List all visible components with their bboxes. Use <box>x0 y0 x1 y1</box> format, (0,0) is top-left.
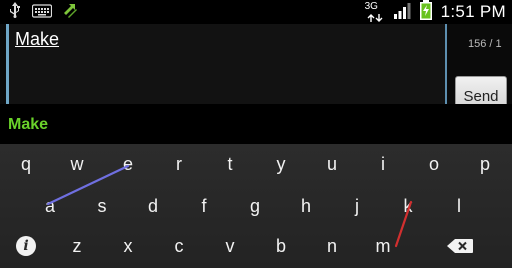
suggestion-word[interactable]: Make <box>8 116 48 134</box>
keyboard: q w e r t y u i o p a s d f g h j k l i … <box>0 144 512 268</box>
key-i[interactable]: i <box>358 144 408 184</box>
battery-charging-icon <box>419 0 433 24</box>
network-type-icon: 3G <box>365 1 385 23</box>
message-input[interactable]: Make <box>6 24 447 104</box>
key-c[interactable]: c <box>154 226 204 266</box>
key-t[interactable]: t <box>205 144 255 184</box>
key-u[interactable]: u <box>307 144 357 184</box>
key-g[interactable]: g <box>230 186 280 226</box>
data-sync-icon <box>62 2 78 22</box>
key-a[interactable]: a <box>25 186 75 226</box>
key-n[interactable]: n <box>307 226 357 266</box>
message-text: Make <box>15 29 60 49</box>
key-j[interactable]: j <box>332 186 382 226</box>
key-b[interactable]: b <box>256 226 306 266</box>
key-h[interactable]: h <box>281 186 331 226</box>
character-counter: 156 / 1 <box>468 38 502 50</box>
key-d[interactable]: d <box>128 186 178 226</box>
key-s[interactable]: s <box>77 186 127 226</box>
key-q[interactable]: q <box>1 144 51 184</box>
key-o[interactable]: o <box>409 144 459 184</box>
key-f[interactable]: f <box>179 186 229 226</box>
keyboard-icon <box>31 3 53 22</box>
system-indicators: 3G 1:51 PM <box>365 0 506 24</box>
info-icon: i <box>16 236 36 256</box>
signal-icon <box>393 1 411 23</box>
key-y[interactable]: y <box>256 144 306 184</box>
key-m[interactable]: m <box>358 226 408 266</box>
clock: 1:51 PM <box>440 2 506 21</box>
key-l[interactable]: l <box>434 186 484 226</box>
key-r[interactable]: r <box>154 144 204 184</box>
usb-icon <box>8 2 22 22</box>
key-e[interactable]: e <box>103 144 153 184</box>
key-w[interactable]: w <box>52 144 102 184</box>
backspace-icon <box>447 239 473 253</box>
suggestion-strip: Make <box>0 104 512 144</box>
key-p[interactable]: p <box>460 144 510 184</box>
notification-icons <box>8 2 78 22</box>
key-k[interactable]: k <box>383 186 433 226</box>
key-z[interactable]: z <box>52 226 102 266</box>
message-area: Make 156 / 1 Send <box>0 24 512 128</box>
key-x[interactable]: x <box>103 226 153 266</box>
status-bar: 3G 1:51 PM <box>0 0 512 24</box>
network-type-label: 3G <box>364 1 378 12</box>
backspace-key[interactable] <box>433 226 487 266</box>
info-key[interactable]: i <box>1 226 51 266</box>
key-v[interactable]: v <box>205 226 255 266</box>
